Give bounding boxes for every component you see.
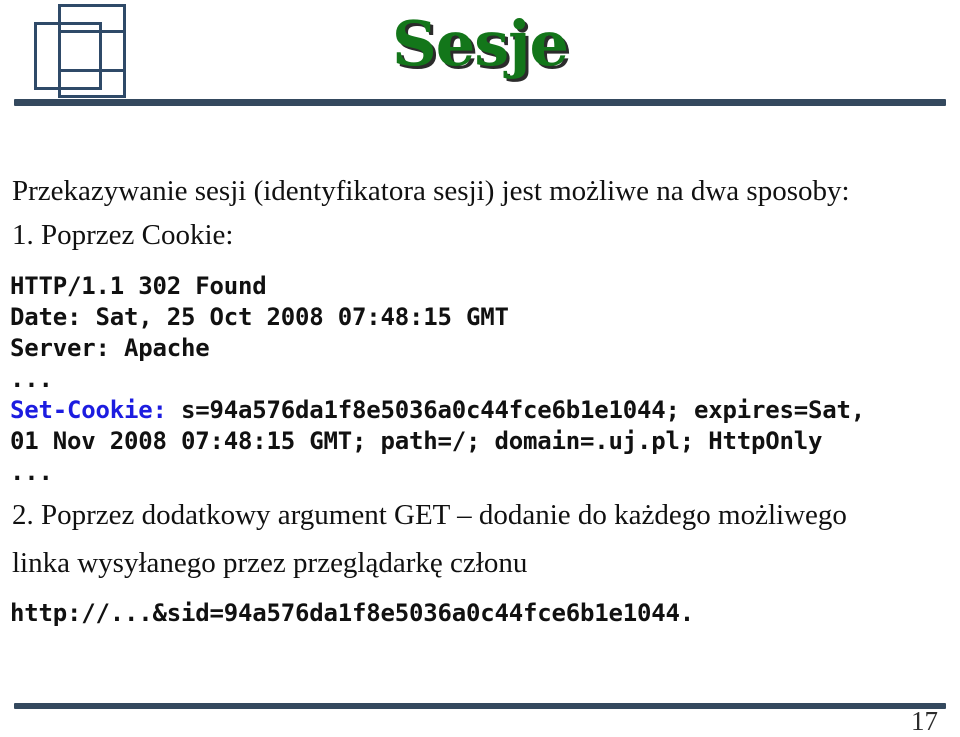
intro-paragraph-row: Przekazywanie sesji (identyfikatora sesj… bbox=[0, 176, 960, 206]
http-date-header: Date: Sat, 25 Oct 2008 07:48:15 GMT bbox=[10, 303, 509, 331]
list-item-1: 1. Poprzez Cookie: bbox=[12, 219, 234, 251]
http-set-cookie-row: Set-Cookie: s=94a576da1f8e5036a0c44fce6b… bbox=[0, 395, 960, 426]
intro-paragraph: Przekazywanie sesji (identyfikatora sesj… bbox=[12, 175, 850, 207]
http-set-cookie-header: Set-Cookie: s=94a576da1f8e5036a0c44fce6b… bbox=[0, 395, 960, 426]
http-ellipsis-1: ... bbox=[10, 365, 53, 393]
get-url-example: http://...&sid=94a576da1f8e5036a0c44fce6… bbox=[10, 599, 694, 627]
list-item-2-line-1: 2. Poprzez dodatkowy argument GET – doda… bbox=[12, 499, 847, 531]
slide-title: Sesje bbox=[391, 7, 569, 80]
http-ellipsis-1-row: ... bbox=[0, 364, 960, 395]
set-cookie-value: s=94a576da1f8e5036a0c44fce6b1e1044; expi… bbox=[166, 396, 865, 424]
list-item-2-continuation-row: linka wysyłanego przez przeglądarkę czło… bbox=[0, 548, 960, 578]
http-line-2-row: Date: Sat, 25 Oct 2008 07:48:15 GMT bbox=[0, 302, 960, 333]
http-server-header: Server: Apache bbox=[10, 334, 210, 362]
slide: Sesje Przekazywanie sesji (identyfikator… bbox=[0, 0, 960, 737]
list-item-2-line-2: linka wysyłanego przez przeglądarkę czło… bbox=[12, 547, 528, 579]
slide-header: Sesje bbox=[0, 0, 960, 112]
http-status-line: HTTP/1.1 302 Found bbox=[10, 272, 267, 300]
http-set-cookie-continuation: 01 Nov 2008 07:48:15 GMT; path=/; domain… bbox=[10, 427, 823, 455]
page-number: 17 bbox=[911, 706, 938, 736]
http-line-1-row: HTTP/1.1 302 Found bbox=[0, 271, 960, 302]
set-cookie-key: Set-Cookie: bbox=[10, 396, 167, 424]
get-example-row: http://...&sid=94a576da1f8e5036a0c44fce6… bbox=[0, 598, 960, 629]
http-line-6-row: 01 Nov 2008 07:48:15 GMT; path=/; domain… bbox=[0, 426, 960, 457]
list-item-1-row: 1. Poprzez Cookie: bbox=[0, 220, 960, 250]
http-ellipsis-2-row: ... bbox=[0, 457, 960, 488]
http-line-3-row: Server: Apache bbox=[0, 333, 960, 364]
footer-divider bbox=[14, 703, 946, 709]
list-item-2-row: 2. Poprzez dodatkowy argument GET – doda… bbox=[0, 500, 960, 530]
http-ellipsis-2: ... bbox=[10, 458, 53, 486]
header-divider bbox=[14, 99, 946, 106]
